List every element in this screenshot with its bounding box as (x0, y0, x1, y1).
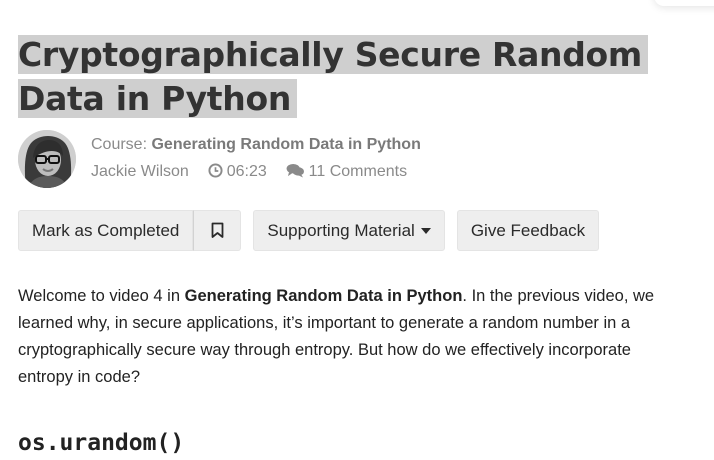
mark-completed-button[interactable]: Mark as Completed (18, 210, 194, 251)
comments-icon (286, 162, 305, 186)
lesson-actions: Mark as Completed Supporting Material Gi… (18, 210, 600, 251)
give-feedback-button[interactable]: Give Feedback (456, 210, 600, 251)
duration: 06:23 (226, 163, 267, 180)
author-link[interactable]: Jackie Wilson (91, 163, 189, 180)
details-row: Jackie Wilson 06:23 11 Comments (91, 160, 421, 187)
intro-text-start: Welcome to video 4 in (18, 287, 185, 305)
supporting-material-label: Supporting Material (267, 220, 415, 240)
caret-down-icon (420, 227, 431, 234)
lesson-meta: Course: Generating Random Data in Python… (91, 133, 421, 187)
course-prefix: Course: (91, 136, 148, 153)
course-row: Course: Generating Random Data in Python (91, 133, 421, 160)
clock-icon (208, 162, 223, 186)
intro-paragraph: Welcome to video 4 in Generating Random … (18, 283, 678, 391)
course-link[interactable]: Generating Random Data in Python (151, 136, 420, 153)
section-heading: os.urandom() (18, 430, 185, 456)
avatar-image (18, 130, 76, 188)
intro-course-name: Generating Random Data in Python (184, 287, 463, 305)
author-avatar[interactable] (18, 130, 76, 188)
bookmark-icon (211, 222, 224, 238)
completion-group: Mark as Completed (18, 210, 242, 251)
comments-link[interactable]: 11 Comments (309, 163, 407, 180)
bookmark-button[interactable] (193, 210, 242, 251)
lesson-title: Cryptographically Secure Random Data in … (18, 33, 708, 121)
supporting-material-button[interactable]: Supporting Material (253, 210, 445, 251)
top-right-shadow (654, 0, 714, 6)
lesson-title-text: Cryptographically Secure Random Data in … (18, 35, 649, 118)
